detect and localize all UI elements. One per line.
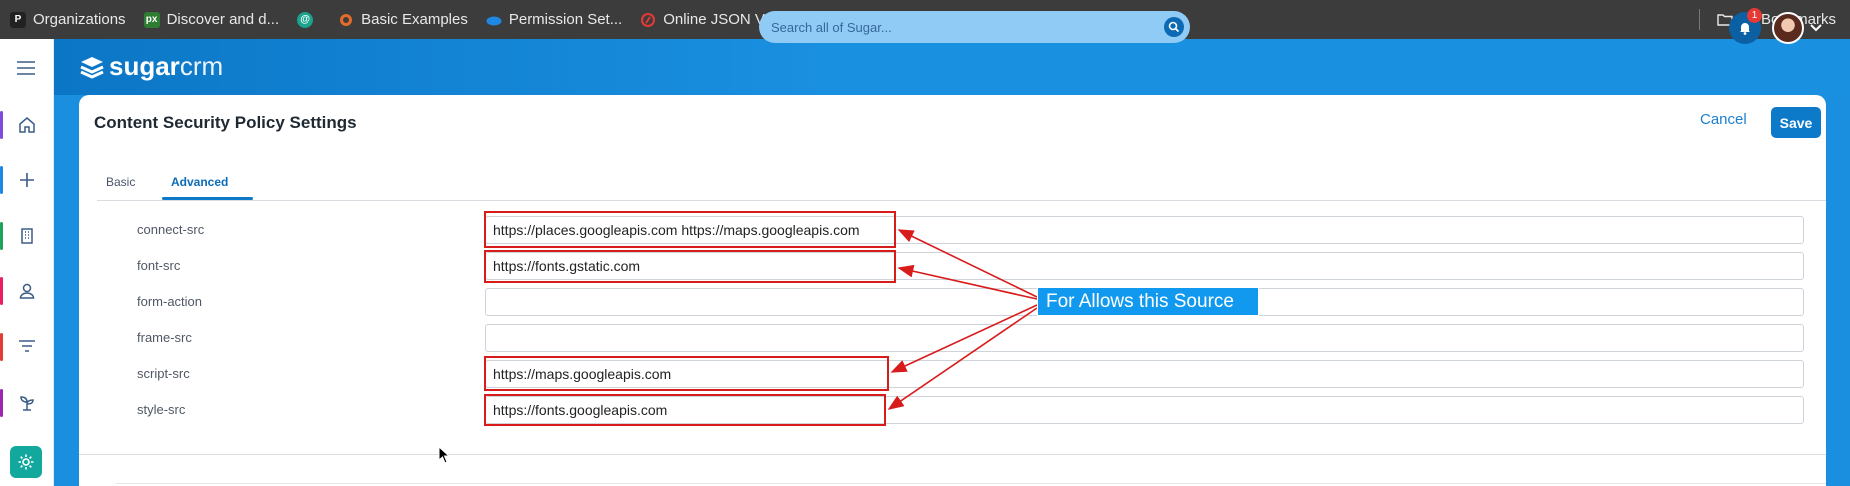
field-label-connect-src: connect-src <box>137 222 205 237</box>
bookmark-label: Basic Examples <box>361 11 468 28</box>
sidebar-item-create[interactable] <box>0 163 54 197</box>
field-label-frame-src: frame-src <box>137 330 192 345</box>
panel-footer-line <box>116 483 1826 484</box>
plus-icon <box>20 173 34 187</box>
connect-src-input[interactable]: https://places.googleapis.com https://ma… <box>485 216 1804 244</box>
json-logo-icon <box>640 12 656 28</box>
font-src-input[interactable]: https://fonts.gstatic.com <box>485 252 1804 280</box>
px-logo-icon: px <box>143 11 160 28</box>
field-label-font-src: font-src <box>137 258 181 273</box>
bookmark-basic-examples[interactable]: Basic Examples <box>338 11 468 28</box>
search-placeholder: Search all of Sugar... <box>771 19 892 35</box>
field-label-form-action: form-action <box>137 294 203 309</box>
user-avatar[interactable] <box>1772 12 1804 44</box>
chevron-down-icon[interactable] <box>1810 21 1822 35</box>
bookmark-online-json[interactable]: Online JSON V... <box>640 11 776 28</box>
tabs-divider <box>97 200 1826 201</box>
tab-basic[interactable]: Basic <box>106 175 135 189</box>
swirl-logo-icon: @ <box>297 11 314 28</box>
tab-advanced[interactable]: Advanced <box>171 175 228 189</box>
bookmark-organizations[interactable]: P Organizations <box>10 11 126 28</box>
bookmark-permission-set[interactable]: Permission Set... <box>486 11 622 28</box>
frame-src-input[interactable] <box>485 324 1804 352</box>
sugarcrm-logo[interactable]: sugar crm <box>78 51 223 82</box>
annotation-callout: For Allows this Source <box>1037 287 1259 316</box>
style-src-input[interactable]: https://fonts.googleapis.com <box>485 396 1804 424</box>
field-label-style-src: style-src <box>137 402 186 417</box>
script-src-input[interactable]: https://maps.googleapis.com <box>485 360 1804 388</box>
logo-light-text: crm <box>179 51 224 81</box>
left-sidebar <box>0 39 54 486</box>
bookmarks-divider <box>1699 9 1700 30</box>
home-icon <box>19 117 35 133</box>
app-header: sugar crm <box>0 39 1850 95</box>
building-icon <box>21 228 33 244</box>
sprout-icon <box>20 396 34 411</box>
panel-divider <box>79 454 1826 455</box>
bookmark-swirl[interactable]: @ <box>297 11 320 28</box>
global-search-input[interactable]: Search all of Sugar... <box>759 11 1190 43</box>
cancel-button[interactable]: Cancel <box>1700 111 1747 128</box>
cloud-logo-icon <box>486 12 502 28</box>
sidebar-item-opportunities[interactable] <box>0 386 54 420</box>
p-logo-icon: P <box>10 11 26 28</box>
notification-count-badge: 1 <box>1747 8 1762 23</box>
sidebar-item-admin[interactable] <box>10 446 42 478</box>
person-icon <box>19 283 35 299</box>
mouse-pointer-icon <box>438 445 451 469</box>
gear-icon <box>18 454 34 470</box>
search-icon[interactable] <box>1164 17 1184 37</box>
bookmark-discover[interactable]: px Discover and d... <box>143 11 280 28</box>
sugar-cube-icon <box>80 56 104 79</box>
save-button[interactable]: Save <box>1771 107 1821 138</box>
sidebar-item-contacts[interactable] <box>0 274 54 308</box>
page-title: Content Security Policy Settings <box>94 113 357 132</box>
filter-icon <box>19 340 35 352</box>
sidebar-item-leads[interactable] <box>0 330 54 364</box>
menu-icon[interactable] <box>16 60 36 81</box>
logo-bold-text: sugar <box>109 51 180 81</box>
flame-logo-icon <box>338 12 354 28</box>
sidebar-item-accounts[interactable] <box>0 219 54 253</box>
bookmark-label: Permission Set... <box>508 11 623 28</box>
sidebar-item-home[interactable] <box>0 108 54 142</box>
bookmark-label: Organizations <box>33 11 126 28</box>
field-label-script-src: script-src <box>137 366 190 381</box>
bookmark-label: Discover and d... <box>166 11 280 28</box>
